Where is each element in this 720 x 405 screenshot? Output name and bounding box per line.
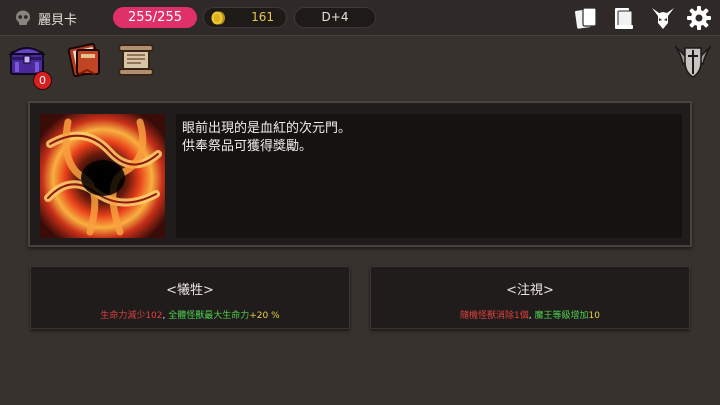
gold-counter: 161	[203, 7, 287, 28]
cards-icon[interactable]	[573, 5, 599, 31]
effect-bonus-label: 魔王等級增加	[534, 311, 589, 321]
gold-value: 161	[251, 10, 274, 24]
chest-count-badge: 0	[33, 71, 52, 90]
choice-title: <注視>	[506, 283, 554, 298]
effect-bonus-label: 全體怪獸最大生命力	[168, 311, 250, 321]
demon-horns-icon[interactable]	[650, 5, 676, 31]
effect-bonus-value: +20 %	[249, 311, 280, 321]
winged-shield-icon[interactable]	[673, 40, 713, 80]
choice-title: <犧牲>	[166, 283, 214, 298]
event-line: 供奉祭品可獲得獎勵。	[182, 139, 313, 154]
skull-icon	[16, 10, 30, 25]
choice-sacrifice-button[interactable]: <犧牲> 生命力減少102, 全體怪獸最大生命力+20 %	[30, 266, 350, 329]
choice-effects: 隨機怪獸消除1個, 魔王等級增加10	[371, 308, 689, 321]
scroll-icon[interactable]	[116, 40, 156, 80]
spellbook-icon[interactable]	[65, 40, 105, 80]
hp-counter: 255/255	[113, 7, 197, 28]
event-line: 眼前出現的是血紅的次元門。	[182, 121, 352, 136]
choice-effects: 生命力減少102, 全體怪獸最大生命力+20 %	[31, 308, 349, 321]
blood-red-portal-image	[40, 114, 165, 238]
event-description: 眼前出現的是血紅的次元門。 供奉祭品可獲得獎勵。	[176, 114, 682, 238]
effect-bonus-value: 10	[588, 311, 600, 321]
event-panel: 眼前出現的是血紅的次元門。 供奉祭品可獲得獎勵。	[28, 101, 692, 247]
event-illustration	[40, 114, 165, 238]
coin-icon	[211, 11, 225, 25]
book-icon[interactable]	[611, 5, 637, 31]
effect-penalty: 隨機怪獸消除1個	[460, 311, 529, 321]
day-counter: D+4	[294, 7, 376, 28]
top-bar: 麗貝卡 255/255 161 D+4	[0, 0, 720, 36]
gear-icon[interactable]	[686, 5, 712, 31]
effect-penalty: 生命力減少102	[100, 311, 163, 321]
character-name: 麗貝卡	[38, 13, 78, 28]
choice-gaze-button[interactable]: <注視> 隨機怪獸消除1個, 魔王等級增加10	[370, 266, 690, 329]
